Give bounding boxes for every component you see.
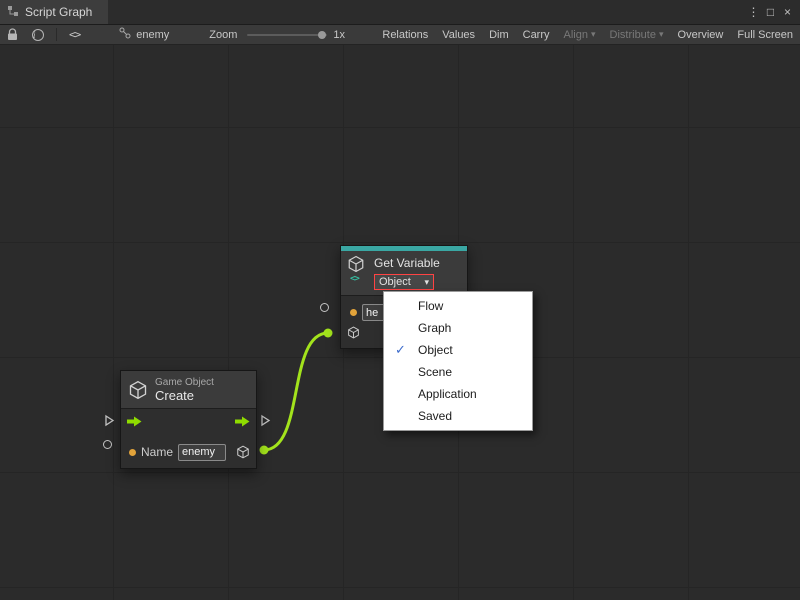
lock-icon[interactable] <box>7 28 18 41</box>
code-view-icon[interactable]: <> <box>69 28 80 41</box>
zoom-slider[interactable] <box>247 34 327 36</box>
string-port-dot[interactable] <box>350 309 357 316</box>
info-icon[interactable]: i <box>32 29 44 41</box>
menu-item-label: Flow <box>418 299 443 313</box>
button-label: Carry <box>523 29 550 41</box>
menu-item-scene[interactable]: Scene <box>384 361 532 383</box>
tab-script-graph[interactable]: Script Graph <box>0 0 108 24</box>
menu-item-label: Scene <box>418 365 452 379</box>
script-graph-tab-icon <box>7 5 19 20</box>
node-header: Game Object Create <box>121 371 256 409</box>
button-label: Align <box>564 29 588 41</box>
flow-out-arrow-icon[interactable] <box>235 416 250 430</box>
menu-item-label: Saved <box>418 409 452 423</box>
toolbar-button-relations[interactable]: Relations <box>375 25 435 44</box>
variable-kind-menu: Flow Graph ✓ Object Scene Application Sa… <box>383 291 533 431</box>
get-variable-icon: <> <box>347 255 369 281</box>
graph-toolbar: i <> enemy Zoom 1x Relations Values Dim … <box>0 25 800 45</box>
menu-item-graph[interactable]: Graph <box>384 317 532 339</box>
chevron-down-icon: ▾ <box>424 277 429 288</box>
toolbar-separator <box>56 28 57 41</box>
toolbar-button-align[interactable]: Align▾ <box>557 25 603 44</box>
flow-in-arrow-icon[interactable] <box>127 416 142 430</box>
chevron-down-icon: ▾ <box>659 29 664 40</box>
menu-item-application[interactable]: Application <box>384 383 532 405</box>
toolbar-button-distribute[interactable]: Distribute▾ <box>603 25 671 44</box>
name-value-input[interactable] <box>178 444 226 461</box>
gameobject-output-icon[interactable] <box>236 445 250 459</box>
connection-wire[interactable] <box>264 333 328 450</box>
flow-input-port[interactable] <box>104 414 115 432</box>
titlebar: Script Graph ⋮ □ × <box>0 0 800 25</box>
node-category: Game Object <box>155 377 214 388</box>
script-graph-window: Script Graph ⋮ □ × i <> enemy Zoom 1x Re… <box>0 0 800 600</box>
code-icon: <> <box>350 274 359 284</box>
graph-asset-icon <box>119 27 131 42</box>
toolbar-button-dim[interactable]: Dim <box>482 25 516 44</box>
toolbar-buttons: Relations Values Dim Carry Align▾ Distri… <box>375 25 800 44</box>
menu-item-saved[interactable]: Saved <box>384 405 532 427</box>
variable-kind-dropdown[interactable]: Object ▾ <box>374 274 434 290</box>
button-label: Overview <box>678 29 724 41</box>
flow-port-row <box>121 409 256 436</box>
tab-title: Script Graph <box>25 5 92 19</box>
node-header: <> Get Variable Object ▾ <box>341 251 467 296</box>
graph-canvas[interactable]: <> Get Variable Object ▾ <box>0 45 800 600</box>
zoom-label: Zoom <box>209 29 237 41</box>
window-menu-icon[interactable]: ⋮ <box>745 0 762 25</box>
gameobject-icon <box>128 380 148 400</box>
gameobject-port-icon[interactable] <box>347 326 360 339</box>
zoom-value: 1x <box>333 29 345 41</box>
menu-item-flow[interactable]: Flow <box>384 295 532 317</box>
menu-item-label: Graph <box>418 321 451 335</box>
menu-item-label: Application <box>418 387 477 401</box>
dropdown-value: Object <box>379 276 411 288</box>
menu-item-object[interactable]: ✓ Object <box>384 339 532 361</box>
node-title: Create <box>155 388 214 403</box>
string-port-dot[interactable] <box>129 449 136 456</box>
name-port-row: Name <box>121 436 256 468</box>
button-label: Dim <box>489 29 509 41</box>
button-label: Values <box>442 29 475 41</box>
toolbar-button-fullscreen[interactable]: Full Screen <box>730 25 800 44</box>
graph-reference[interactable]: enemy <box>119 27 169 42</box>
flow-output-port[interactable] <box>260 414 271 432</box>
value-input-port[interactable] <box>103 440 112 449</box>
button-label: Relations <box>382 29 428 41</box>
node-title: Get Variable <box>374 255 440 270</box>
check-icon: ✓ <box>395 339 406 361</box>
toolbar-button-carry[interactable]: Carry <box>516 25 557 44</box>
maximize-icon[interactable]: □ <box>762 0 779 25</box>
node-create-gameobject[interactable]: Game Object Create Name <box>120 370 257 469</box>
connection-start-port[interactable] <box>260 446 269 455</box>
name-input-port[interactable] <box>320 303 329 312</box>
toolbar-button-values[interactable]: Values <box>435 25 482 44</box>
toolbar-button-overview[interactable]: Overview <box>671 25 731 44</box>
graph-name: enemy <box>136 29 169 41</box>
window-controls: ⋮ □ × <box>745 0 800 24</box>
connection-end-port[interactable] <box>324 329 333 338</box>
button-label: Full Screen <box>737 29 793 41</box>
zoom-slider-thumb[interactable] <box>318 31 326 39</box>
close-icon[interactable]: × <box>779 0 796 25</box>
param-label: Name <box>141 445 173 459</box>
menu-item-label: Object <box>418 343 453 357</box>
button-label: Distribute <box>610 29 656 41</box>
chevron-down-icon: ▾ <box>591 29 596 40</box>
